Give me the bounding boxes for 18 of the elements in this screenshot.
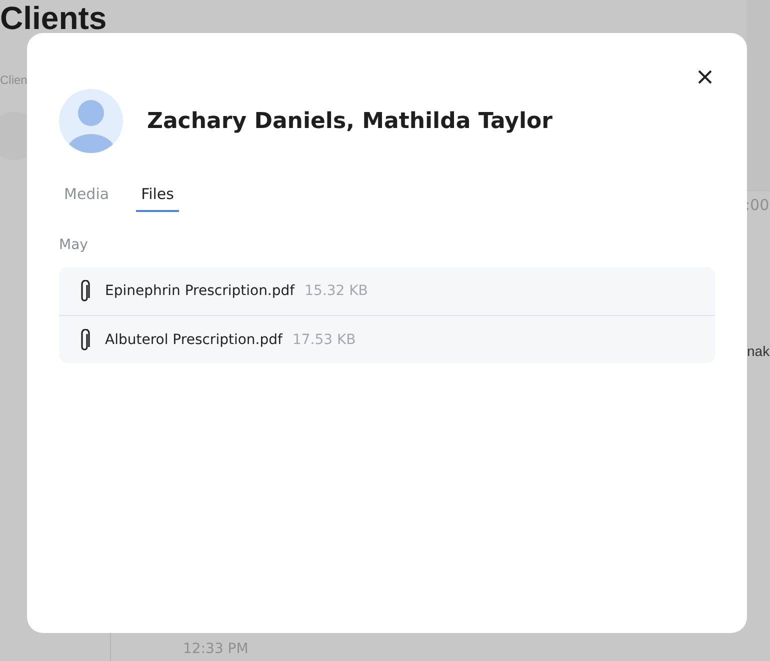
page-title: Clients bbox=[0, 0, 107, 36]
file-item[interactable]: Albuterol Prescription.pdf 17.53 KB bbox=[59, 315, 715, 363]
file-name: Albuterol Prescription.pdf bbox=[105, 332, 282, 348]
file-size: 17.53 KB bbox=[292, 332, 356, 348]
dialog-title: Zachary Daniels, Mathilda Taylor bbox=[147, 108, 554, 134]
file-name: Epinephrin Prescription.pdf bbox=[105, 283, 295, 299]
time-text: :00 bbox=[745, 196, 770, 214]
message-text: nak bbox=[747, 343, 770, 359]
paperclip-icon bbox=[80, 328, 90, 350]
paperclip-icon bbox=[80, 280, 90, 302]
section-label: May bbox=[59, 237, 89, 253]
tab[interactable]: Files bbox=[136, 181, 179, 212]
timestamp: 12:33 PM bbox=[183, 641, 248, 657]
avatar-icon bbox=[59, 89, 123, 153]
breadcrumb-text: Clien bbox=[0, 73, 28, 87]
file-size: 15.32 KB bbox=[304, 283, 368, 299]
close-button[interactable] bbox=[697, 69, 713, 85]
file-item[interactable]: Epinephrin Prescription.pdf 15.32 KB bbox=[59, 267, 715, 315]
